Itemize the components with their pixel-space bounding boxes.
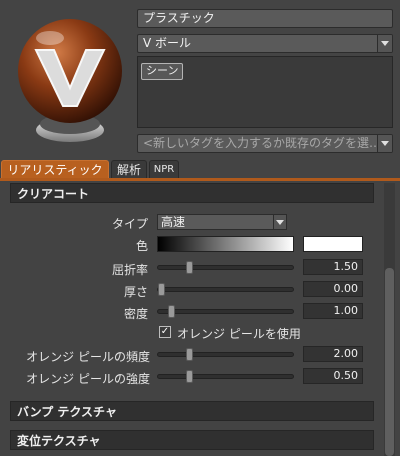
orange-peel-check-label: オレンジ ピールを使用 [177,327,301,341]
density-slider-thumb[interactable] [168,305,175,318]
orange-peel-frequency-label: オレンジ ピールの頻度 [26,350,150,364]
ior-slider[interactable] [157,261,294,274]
section-bump-texture[interactable]: バンプ テクスチャ [10,401,374,421]
density-slider[interactable] [157,305,294,318]
color-swatch[interactable] [303,236,363,252]
material-preview[interactable] [10,8,130,153]
thickness-label: 厚さ [123,285,148,299]
section-clearcoat[interactable]: クリアコート [10,183,374,203]
tag-input[interactable]: <新しいタグを入力するか既存のタグを選… [137,134,393,153]
ior-value-field[interactable]: 1.50 [303,259,363,275]
tag-chip[interactable]: シーン [141,63,184,80]
panel-scrollbar[interactable] [384,183,395,456]
chevron-down-icon [377,135,392,152]
orange-peel-frequency-slider-thumb[interactable] [186,348,193,361]
ior-label: 屈折率 [111,263,148,277]
tab-realistic[interactable]: リアリスティック [1,160,109,178]
orange-peel-strength-slider-thumb[interactable] [186,370,193,383]
thickness-slider-thumb[interactable] [158,283,165,296]
orange-peel-strength-value-field[interactable]: 0.50 [303,368,363,384]
color-label: 色 [135,239,148,253]
thickness-slider[interactable] [157,283,294,296]
tab-bar: リアリスティック 解析 NPR [0,160,400,181]
chevron-down-icon [273,215,286,229]
tag-list: シーン [137,56,393,128]
type-dropdown[interactable]: 高速 [157,214,287,230]
chevron-down-icon [377,35,392,52]
material-name-field[interactable]: プラスチック [137,9,393,28]
density-value-field[interactable]: 1.00 [303,303,363,319]
color-gradient-bar[interactable] [157,236,294,252]
orange-peel-frequency-slider[interactable] [157,348,294,361]
orange-peel-checkbox[interactable]: ✓ [159,326,171,338]
section-displacement-texture[interactable]: 変位テクスチャ [10,430,374,450]
thickness-value-field[interactable]: 0.00 [303,281,363,297]
orange-peel-strength-slider[interactable] [157,370,294,383]
density-label: 密度 [123,307,148,321]
panel-scrollbar-thumb[interactable] [385,268,394,456]
tab-npr[interactable]: NPR [149,160,179,178]
ior-slider-thumb[interactable] [186,261,193,274]
orange-peel-frequency-value-field[interactable]: 2.00 [303,346,363,362]
type-value: 高速 [161,215,186,229]
material-preview-sphere [18,19,122,142]
shader-type-value: V ボール [143,36,192,50]
shader-type-dropdown[interactable]: V ボール [137,34,393,53]
orange-peel-strength-label: オレンジ ピールの強度 [26,372,150,386]
type-label: タイプ [111,217,148,231]
tag-input-placeholder: <新しいタグを入力するか既存のタグを選… [143,136,382,150]
tab-analysis[interactable]: 解析 [111,160,147,178]
